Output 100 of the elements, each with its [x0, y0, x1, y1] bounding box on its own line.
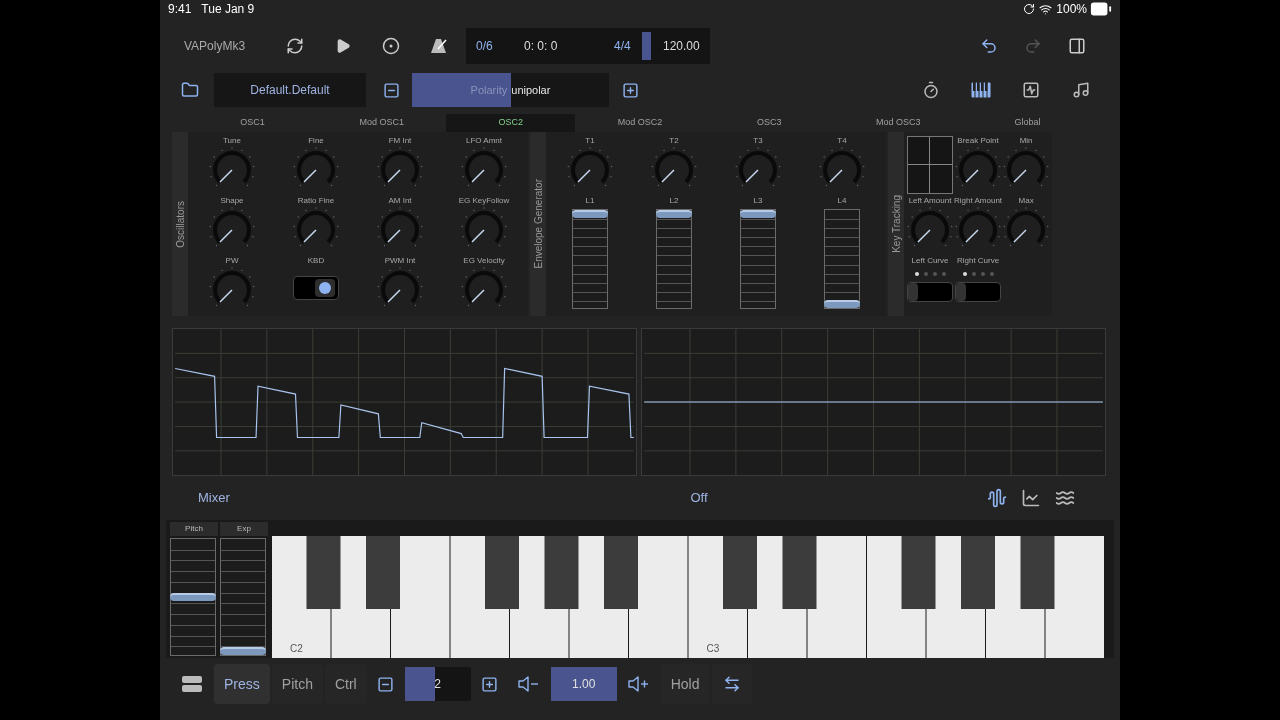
tab[interactable]: Global: [962, 114, 1092, 132]
key-label: C2: [290, 643, 303, 654]
control-label: L4: [837, 196, 847, 206]
tab[interactable]: OSC1: [188, 114, 318, 132]
tab[interactable]: Mod OSC1: [317, 114, 447, 132]
slider-track[interactable]: [170, 538, 216, 656]
tempo-marker: [642, 32, 651, 60]
control-label: Right Amount: [954, 196, 1003, 206]
mode-button[interactable]: Press: [214, 664, 270, 704]
slider-thumb[interactable]: [572, 210, 608, 218]
parameter-label: Polarity: [470, 82, 508, 98]
control-label: Shape: [220, 196, 244, 206]
arrows-icon: [722, 675, 741, 693]
piano-keyboard-drawing[interactable]: C2 C3: [272, 536, 1105, 658]
tab[interactable]: OSC2: [446, 114, 576, 132]
menu-icon: [182, 676, 202, 692]
control-label: Min: [1019, 136, 1033, 146]
timer-icon: [922, 81, 940, 99]
parameter-slider[interactable]: Polarity unipolar: [412, 73, 609, 107]
control-label: Right Curve: [956, 256, 1000, 266]
control-label: T4: [837, 136, 847, 146]
control-label: Max: [1018, 196, 1034, 206]
control-label: Left Amount: [908, 196, 952, 206]
wifi-icon: [1039, 2, 1053, 16]
control-label: Ratio Fine: [297, 196, 335, 206]
slider-track[interactable]: [220, 538, 266, 656]
waveform-icon: [987, 488, 1007, 508]
volume-up-icon: [627, 676, 650, 692]
control-label: Fine: [308, 136, 324, 146]
control-label: T1: [585, 136, 595, 146]
control-label: Tune: [223, 136, 241, 146]
control-label: T3: [753, 136, 763, 146]
control-label: Left Curve: [911, 256, 949, 266]
slider-thumb[interactable]: [656, 210, 692, 218]
mixer-title: Mixer: [198, 489, 231, 508]
app-name: VAPolyMk3: [184, 38, 247, 55]
plus-icon: [481, 675, 499, 693]
slider-track[interactable]: [572, 209, 608, 309]
line-chart-icon: [1021, 488, 1041, 508]
waves-icon: [1055, 488, 1075, 508]
section-title: Oscillators: [173, 200, 187, 248]
status-time: 9:41: [168, 1, 192, 18]
control-label: T2: [669, 136, 679, 146]
control-label: L1: [585, 196, 595, 206]
control-label: L2: [669, 196, 679, 206]
slider-track[interactable]: [656, 209, 692, 309]
folder-icon: [181, 81, 199, 99]
parameter-value: unipolar: [511, 82, 551, 98]
toggle-switch[interactable]: [293, 276, 339, 300]
piano-icon: [971, 82, 991, 98]
key-label: C3: [706, 643, 720, 654]
xy-pad[interactable]: [907, 136, 953, 194]
bar-counter: 0/6: [476, 38, 494, 55]
plus-icon: [621, 81, 639, 99]
value-field[interactable]: 1.00: [550, 667, 617, 701]
slider-thumb[interactable]: [740, 210, 776, 218]
status-date: Tue Jan 9: [201, 1, 255, 18]
control-label: PW: [225, 256, 239, 266]
section-title: Key Tracking: [889, 195, 903, 253]
value-text: 1.00: [572, 676, 596, 693]
control-label: LFO Amnt: [466, 136, 502, 146]
mixer-status: Off: [690, 489, 708, 508]
control-label: PWM Int: [384, 256, 416, 266]
value-text: 2: [434, 676, 442, 693]
undo-icon: [980, 37, 998, 55]
minus-icon: [382, 81, 400, 99]
wheel-label: Exp: [220, 522, 268, 536]
music-icon: [1072, 81, 1090, 99]
slider-thumb[interactable]: [170, 593, 216, 601]
slider-thumb[interactable]: [824, 300, 860, 308]
preset-name[interactable]: Default.Default: [214, 73, 366, 107]
play-icon: [335, 38, 351, 54]
slider-track[interactable]: [824, 209, 860, 309]
record-icon: [382, 37, 400, 55]
activity-icon: [1022, 81, 1040, 99]
control-label: EG KeyFollow: [458, 196, 510, 206]
tab[interactable]: OSC3: [704, 114, 834, 132]
battery-percent: 100%: [1056, 1, 1087, 18]
tempo-value: 120.00: [663, 38, 700, 55]
volume-down-icon: [517, 676, 540, 692]
value-field[interactable]: 2: [404, 667, 471, 701]
control-label: Break Point: [957, 136, 999, 146]
slider-track[interactable]: [740, 209, 776, 309]
loop-icon: [286, 37, 304, 55]
tab[interactable]: Mod OSC3: [833, 114, 963, 132]
time-signature: 4/4: [614, 38, 632, 55]
toggle-switch[interactable]: [907, 282, 953, 302]
tab[interactable]: Mod OSC2: [575, 114, 705, 132]
control-label: EG Velocity: [463, 256, 505, 266]
toggle-switch[interactable]: [955, 282, 1002, 302]
minus-icon: [377, 675, 395, 693]
metronome-icon: [430, 38, 448, 54]
section-title: Envelope Generator: [531, 179, 545, 269]
slider-thumb[interactable]: [220, 647, 266, 655]
redo-icon: [1024, 37, 1042, 55]
sidebar-icon: [1068, 37, 1086, 55]
song-position: 0: 0: 0: [524, 38, 559, 55]
control-label: KBD: [307, 256, 325, 266]
control-label: L3: [753, 196, 763, 206]
control-label: FM Int: [388, 136, 412, 146]
